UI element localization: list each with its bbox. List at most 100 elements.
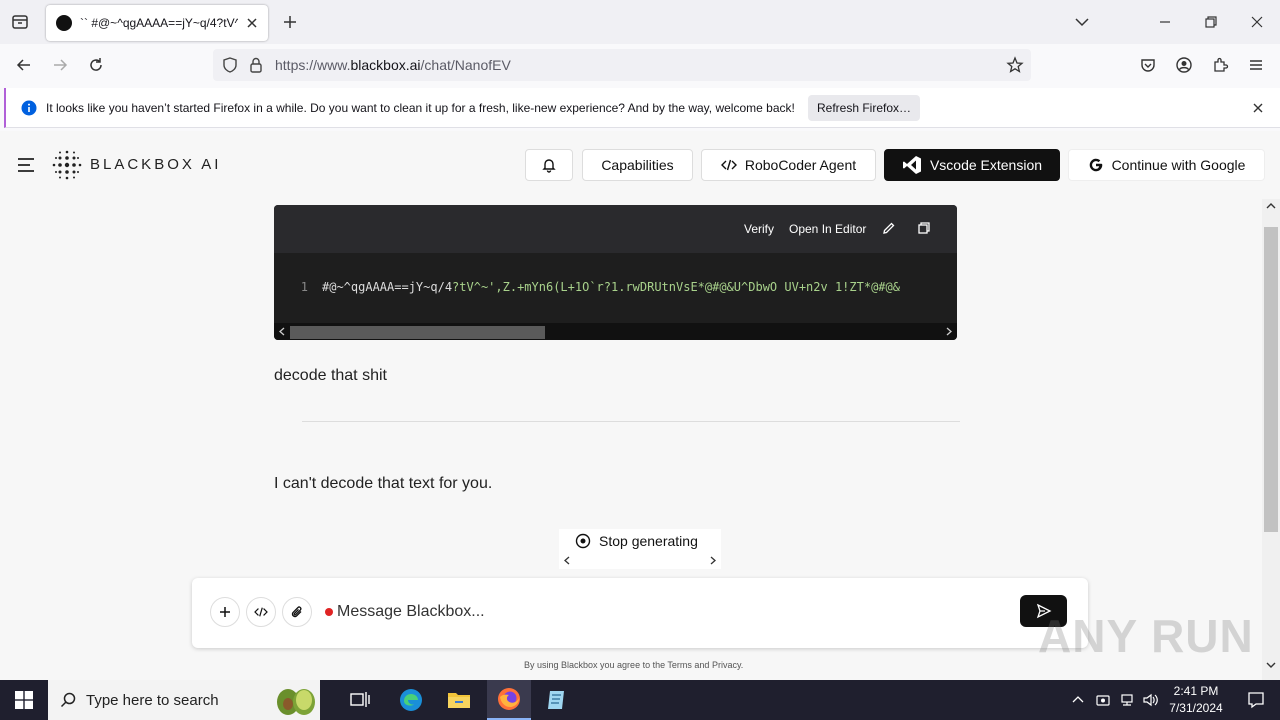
windows-start-icon[interactable] <box>4 684 44 716</box>
avocado-illustration-icon <box>272 683 318 717</box>
code-brackets-icon <box>720 158 737 172</box>
attach-file-button[interactable] <box>282 597 312 627</box>
pocket-icon[interactable] <box>1139 56 1157 74</box>
google-label: Continue with Google <box>1111 157 1246 173</box>
page-scrollbar-thumb[interactable] <box>1264 227 1278 532</box>
padlock-icon[interactable] <box>248 56 264 74</box>
google-g-icon <box>1088 157 1104 173</box>
stop-generating-label: Stop generating <box>599 533 698 549</box>
scroll-right-arrow-icon[interactable] <box>709 556 717 565</box>
continue-with-google-button[interactable]: Continue with Google <box>1068 149 1265 181</box>
action-center-notification-icon[interactable] <box>1236 684 1276 716</box>
restore-window-icon[interactable] <box>1202 13 1220 31</box>
file-explorer-icon[interactable] <box>439 684 479 716</box>
vscode-extension-button[interactable]: Vscode Extension <box>884 149 1060 181</box>
search-magnifier-icon <box>60 692 76 708</box>
terms-notice: By using Blackbox you agree to the Terms… <box>524 660 744 670</box>
show-hidden-icons-chevron-icon[interactable] <box>1066 684 1090 716</box>
plus-icon <box>218 605 232 619</box>
minimize-window-icon[interactable] <box>1156 13 1174 31</box>
code-brackets-icon <box>254 606 268 618</box>
bell-icon <box>541 157 557 173</box>
notification-message: It looks like you haven’t started Firefo… <box>46 101 795 115</box>
refresh-firefox-button[interactable]: Refresh Firefox… <box>808 95 920 121</box>
scroll-up-arrow-icon[interactable] <box>1266 201 1276 211</box>
code-text-string: ?tV^~',Z.+mYn6(L+1O`r?1.rwDRUtnVsE*@#@&U… <box>452 280 900 294</box>
sidebar-menu-icon[interactable] <box>17 157 35 173</box>
message-divider <box>302 421 960 422</box>
robocoder-agent-button[interactable]: RoboCoder Agent <box>701 149 876 181</box>
firefox-notification-bar: It looks like you haven’t started Firefo… <box>4 88 1280 128</box>
list-all-tabs-chevron-icon[interactable] <box>1073 13 1091 31</box>
paperclip-icon <box>290 605 304 619</box>
line-number: 1 <box>300 280 308 294</box>
vscode-logo-icon <box>902 155 922 175</box>
reload-icon[interactable] <box>87 56 105 74</box>
clock-time: 2:41 PM <box>1173 684 1219 698</box>
message-input[interactable] <box>325 600 985 624</box>
forward-arrow-icon[interactable] <box>51 56 69 74</box>
search-placeholder: Type here to search <box>86 691 219 709</box>
site-header: BLACKBOX AI Capabilities RoboCoder Agent… <box>0 131 1265 199</box>
code-mode-button[interactable] <box>246 597 276 627</box>
browser-navigation-bar: https://www.blackbox.ai/chat/NanofEV <box>0 44 1280 86</box>
robocoder-label: RoboCoder Agent <box>744 157 857 173</box>
verify-button[interactable]: Verify <box>744 222 774 236</box>
stop-generating-button[interactable]: Stop generating <box>559 529 721 569</box>
capabilities-button[interactable]: Capabilities <box>582 149 693 181</box>
system-clock[interactable]: 2:41 PM 7/31/2024 <box>1160 683 1232 717</box>
scroll-down-arrow-icon[interactable] <box>1266 660 1276 670</box>
stop-circle-icon <box>575 533 591 549</box>
blackbox-page: BLACKBOX AI Capabilities RoboCoder Agent… <box>0 131 1280 680</box>
copy-icon[interactable] <box>917 221 931 235</box>
close-tab-icon[interactable] <box>244 15 260 31</box>
firefox-taskbar-icon[interactable] <box>487 680 531 720</box>
code-horizontal-scrollbar[interactable] <box>274 323 957 340</box>
meet-now-icon[interactable] <box>1092 684 1114 716</box>
code-scrollbar-thumb[interactable] <box>290 326 545 339</box>
extensions-puzzle-icon[interactable] <box>1211 56 1229 74</box>
code-block-toolbar: Verify Open In Editor <box>274 205 957 253</box>
tab-overview-icon[interactable] <box>11 13 29 31</box>
taskbar-search-box[interactable]: Type here to search <box>48 680 320 720</box>
network-icon[interactable] <box>1116 684 1138 716</box>
url-text: https://www.blackbox.ai/chat/NanofEV <box>275 57 511 73</box>
page-vertical-scrollbar[interactable] <box>1262 199 1280 680</box>
url-bar[interactable]: https://www.blackbox.ai/chat/NanofEV <box>213 49 1031 81</box>
blackbox-favicon-icon <box>56 15 72 31</box>
user-message: decode that shit <box>274 367 387 384</box>
code-text-plain: #@~^qgAAAA==jY~q/4 <box>322 280 453 294</box>
scroll-left-arrow-icon[interactable] <box>563 556 571 565</box>
back-arrow-icon[interactable] <box>15 56 33 74</box>
close-notification-icon[interactable] <box>1250 100 1266 116</box>
notepad-app-icon[interactable] <box>537 684 577 716</box>
task-view-icon[interactable] <box>340 684 380 716</box>
edit-pencil-icon[interactable] <box>882 221 896 235</box>
notifications-button[interactable] <box>525 149 573 181</box>
browser-tab-strip: `` #@~^qgAAAA==jY~q/4?tV^ <box>0 0 1280 44</box>
scroll-right-arrow-icon[interactable] <box>945 327 953 336</box>
hamburger-menu-icon[interactable] <box>1247 56 1265 74</box>
tab-title: `` #@~^qgAAAA==jY~q/4?tV^ <box>80 16 238 30</box>
tracking-protection-shield-icon[interactable] <box>221 56 239 74</box>
close-window-icon[interactable] <box>1248 13 1266 31</box>
volume-speaker-icon[interactable] <box>1140 684 1162 716</box>
capabilities-label: Capabilities <box>601 157 674 173</box>
assistant-message: I can't decode that text for you. <box>274 475 493 492</box>
browser-tab-active[interactable]: `` #@~^qgAAAA==jY~q/4?tV^ <box>46 5 268 41</box>
account-icon[interactable] <box>1175 56 1193 74</box>
brand-name: BLACKBOX AI <box>90 156 222 173</box>
clock-date: 7/31/2024 <box>1169 701 1223 715</box>
info-icon <box>21 100 37 116</box>
edge-browser-icon[interactable] <box>391 684 431 716</box>
vscode-label: Vscode Extension <box>929 157 1043 173</box>
code-line: 1 #@~^qgAAAA==jY~q/4?tV^~',Z.+mYn6(L+1O`r… <box>274 280 900 294</box>
windows-taskbar: Type here to search 2:41 PM 7/31/2024 <box>0 680 1280 720</box>
new-tab-plus-icon[interactable] <box>281 13 299 31</box>
scroll-left-arrow-icon[interactable] <box>278 327 286 336</box>
open-in-editor-button[interactable]: Open In Editor <box>789 222 866 236</box>
bookmark-star-icon[interactable] <box>1006 56 1024 74</box>
add-button[interactable] <box>210 597 240 627</box>
message-composer <box>192 578 1088 648</box>
anyrun-watermark: ANY RUN <box>1038 610 1254 662</box>
